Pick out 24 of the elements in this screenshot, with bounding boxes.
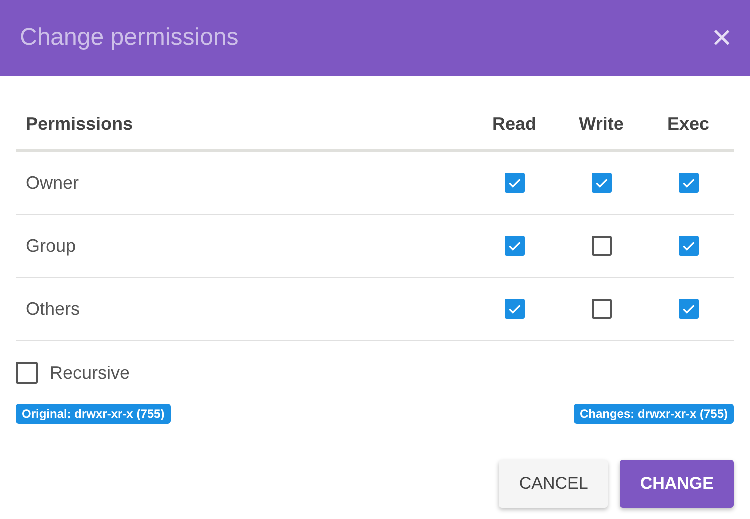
checkbox[interactable] [678,236,698,256]
permission-badge: Original: drwxr-xr-x (755) [16,404,171,424]
checkbox[interactable] [504,236,524,256]
checkbox[interactable] [592,173,612,193]
row-label: Others [25,298,82,320]
checkbox[interactable] [504,299,524,319]
permission-badge: Changes: drwxr-xr-x (755) [574,404,734,424]
checkbox[interactable] [678,299,698,319]
dialog-title: Change permissions [20,24,239,52]
checkbox[interactable] [16,362,38,384]
row-label: Owner [25,172,80,194]
checkbox[interactable] [592,299,612,319]
checkbox[interactable] [592,236,612,256]
cancel-button[interactable]: CANCEL [499,460,608,508]
column-header: Exec [666,114,711,135]
column-header: Write [578,114,625,135]
column-header: Read [491,114,538,135]
change-button[interactable]: CHANGE [620,460,734,508]
checkbox-label: Recursive [50,362,130,384]
row-label: Group [25,236,78,256]
close-button[interactable]: × [712,21,732,55]
checkbox[interactable] [504,173,524,193]
column-header: Permissions [25,114,134,135]
checkbox[interactable] [678,173,698,193]
